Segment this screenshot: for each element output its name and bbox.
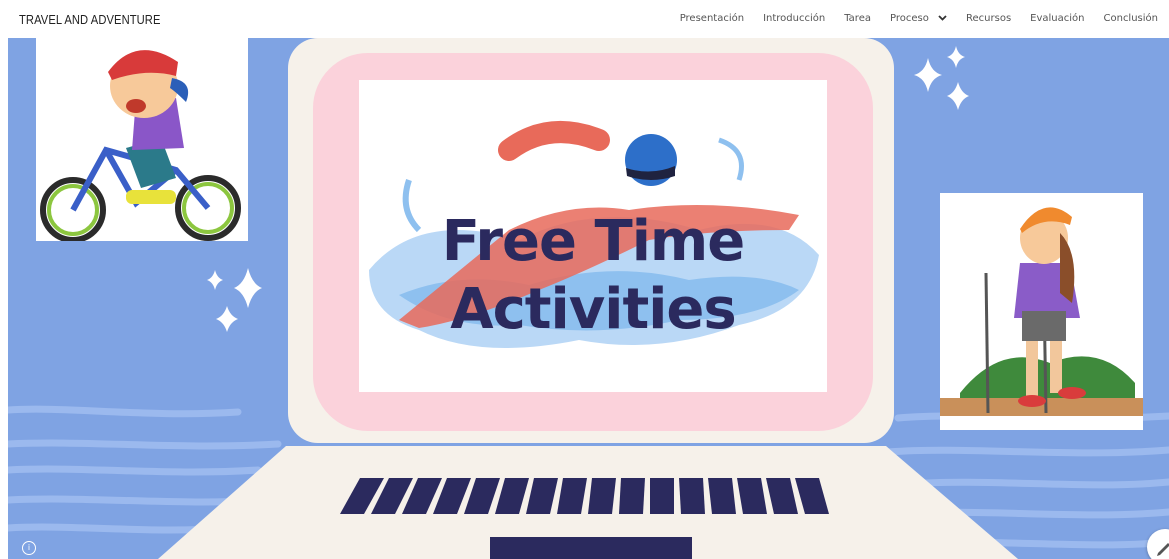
nav-item-presentacion[interactable]: Presentación: [680, 13, 744, 24]
laptop-trackpad: [490, 537, 692, 559]
nav-item-evaluacion[interactable]: Evaluación: [1030, 13, 1084, 24]
pencil-glyph: [1157, 543, 1169, 556]
slide-title-line-2: Activities: [450, 277, 736, 342]
info-icon[interactable]: i: [22, 541, 36, 555]
hiker-image: [940, 193, 1143, 430]
edit-pencil-icon[interactable]: [1147, 529, 1169, 559]
main-nav: Presentación Introducción Tarea Proceso …: [680, 13, 1158, 24]
nav-item-conclusion[interactable]: Conclusión: [1104, 13, 1159, 24]
slide-title-line-1: Free Time: [441, 209, 745, 274]
cyclist-image: [36, 38, 248, 241]
nav-item-tarea[interactable]: Tarea: [844, 13, 871, 24]
nav-item-recursos[interactable]: Recursos: [966, 13, 1011, 24]
slide-title: Free Time Activities: [359, 208, 827, 344]
slide-screen: Free Time Activities: [359, 80, 827, 392]
top-navigation-bar: TRAVEL AND ADVENTURE Presentación Introd…: [0, 0, 1169, 38]
nav-item-proceso[interactable]: Proceso: [890, 13, 947, 24]
hiker-illustration: [940, 207, 1143, 416]
nav-item-proceso-label: Proceso: [889, 13, 929, 24]
site-title[interactable]: TRAVEL AND ADVENTURE: [19, 12, 161, 27]
cyclist-illustration: [40, 50, 241, 241]
chevron-down-icon[interactable]: [938, 15, 947, 21]
nav-item-introduccion[interactable]: Introducción: [763, 13, 825, 24]
hero-banner: Free Time Activities i: [8, 38, 1169, 559]
